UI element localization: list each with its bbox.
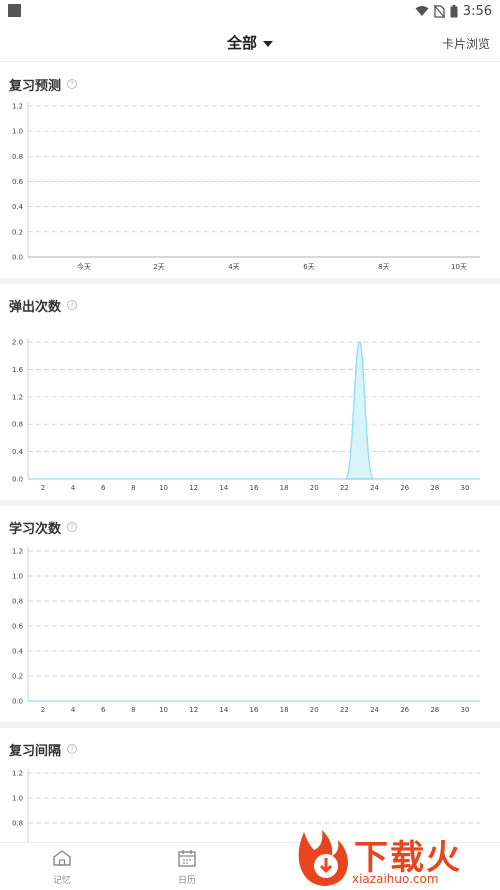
y-tick-label: 0.8: [12, 598, 23, 606]
x-tick-label: 10: [159, 484, 168, 492]
y-tick-label: 0.0: [12, 254, 23, 262]
watermark: 下载火 xiazaihuo.com: [292, 826, 500, 890]
y-tick-label: 0.8: [12, 820, 23, 828]
x-tick-label: 24: [370, 484, 379, 492]
y-tick-label: 0.0: [12, 698, 23, 706]
data-peak-area: [344, 341, 375, 480]
x-tick-label: 16: [250, 484, 259, 492]
x-tick-label: 24: [370, 706, 379, 714]
x-tick-label: 16: [250, 706, 259, 714]
x-tick-label: 30: [460, 706, 469, 714]
wifi-icon: [415, 6, 429, 16]
x-tick-label: 6: [101, 706, 106, 714]
y-tick-label: 0.8: [12, 421, 23, 429]
y-tick-label: 0.4: [12, 203, 24, 211]
x-tick-label: 2天: [153, 263, 164, 271]
x-tick-label: 14: [219, 706, 228, 714]
y-tick-label: 0.2: [12, 228, 23, 236]
app-header: 全部 卡片浏览: [0, 22, 500, 62]
status-bar: 3:56: [0, 0, 500, 22]
section-study-count: 学习次数 ? 1.2 1.0 0.8 0.6 0.4 0.2 0.0 2 4 6 8 10 12 14 16…: [0, 506, 500, 722]
nav-item-calendar[interactable]: 日历: [157, 849, 217, 886]
y-tick-label: 0.6: [12, 623, 24, 631]
y-tick-label: 1.2: [12, 393, 23, 401]
x-tick-label: 20: [310, 706, 319, 714]
y-tick-label: 1.0: [12, 795, 23, 803]
y-tick-label: 0.6: [12, 178, 24, 186]
nav-label: 日历: [177, 876, 196, 886]
y-tick-label: 0.4: [12, 448, 24, 456]
x-tick-label: 10天: [451, 263, 467, 271]
x-tick-label: 22: [340, 484, 349, 492]
calendar-icon: [178, 850, 196, 867]
x-tick-label: 18: [280, 484, 289, 492]
nav-label: 记忆: [52, 876, 71, 886]
y-tick-label: 1.6: [12, 366, 24, 374]
y-tick-label: 1.0: [12, 128, 23, 136]
x-tick-label: 6: [101, 484, 106, 492]
status-time: 3:56: [462, 3, 492, 19]
deck-selector[interactable]: 全部: [0, 32, 500, 53]
x-tick-label: 8天: [378, 263, 389, 271]
x-tick-label: 20: [310, 484, 319, 492]
y-tick-label: 0.4: [12, 648, 24, 656]
x-tick-label: 8: [131, 706, 135, 714]
x-tick-label: 10: [159, 706, 168, 714]
x-tick-label: 6天: [303, 263, 314, 271]
status-icons: 3:56: [415, 2, 492, 20]
y-tick-label: 0.8: [12, 153, 23, 161]
card-browse-link[interactable]: 卡片浏览: [442, 35, 490, 52]
deck-selector-label: 全部: [226, 34, 257, 52]
x-tick-label: 4天: [228, 263, 239, 271]
x-tick-label: 14: [219, 484, 228, 492]
x-tick-label: 2: [41, 484, 45, 492]
notification-icon: [8, 4, 21, 17]
x-tick-label: 12: [189, 706, 198, 714]
watermark-site: xiazaihuo.com: [352, 872, 439, 886]
nav-item-memory[interactable]: 记忆: [32, 849, 92, 886]
x-tick-label: 22: [340, 706, 349, 714]
x-tick-label: 18: [280, 706, 289, 714]
no-sim-icon: [433, 4, 445, 18]
y-tick-label: 1.0: [12, 573, 23, 581]
y-tick-label: 2.0: [12, 339, 23, 347]
y-tick-label: 1.2: [12, 103, 23, 111]
section-popup-count: 弹出次数 ? 2.0 1.6 1.2 0.8 0.4 0.0 2 4 6 8 10 12 14 16 18 2…: [0, 284, 500, 500]
y-tick-label: 1.2: [12, 548, 23, 556]
x-tick-label: 4: [71, 706, 76, 714]
section-review-forecast: 复习预测 ? 1.2 1.0 0.8 0.6 0.4 0.2 0.0 今天 2天 4天 6天 8天 10…: [0, 63, 500, 278]
battery-icon: [450, 4, 458, 17]
x-tick-label: 30: [460, 484, 469, 492]
x-tick-label: 12: [189, 484, 198, 492]
x-tick-label: 8: [131, 484, 135, 492]
x-tick-label: 26: [400, 706, 409, 714]
x-tick-label: 28: [430, 706, 439, 714]
x-tick-label: 28: [430, 484, 439, 492]
caret-down-icon: [263, 40, 273, 47]
x-tick-label: 26: [400, 484, 409, 492]
x-tick-label: 今天: [77, 262, 91, 271]
y-tick-label: 0.0: [12, 476, 23, 484]
x-tick-label: 2: [41, 706, 45, 714]
x-tick-label: 4: [71, 484, 76, 492]
y-tick-label: 1.2: [12, 770, 23, 778]
flame-logo-icon: [298, 830, 348, 886]
y-tick-label: 0.2: [12, 673, 23, 681]
section-review-interval: 复习间隔 ? 1.2 1.0 0.8: [0, 728, 500, 842]
home-icon: [53, 850, 71, 866]
